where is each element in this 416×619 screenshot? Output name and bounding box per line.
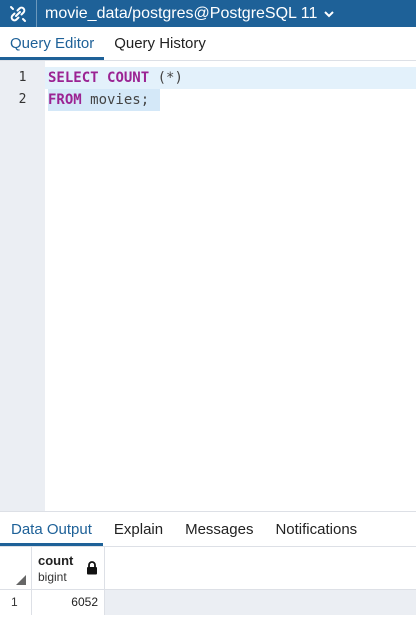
column-header-count[interactable]: count bigint — [32, 547, 105, 589]
code-text[interactable]: SELECT COUNT (*) — [48, 67, 183, 89]
sql-editor[interactable]: 1 SELECT COUNT (*) 2 FROM movies; — [0, 61, 416, 511]
cell-count[interactable]: 6052 — [32, 590, 105, 615]
header-filler — [105, 547, 416, 589]
chevron-down-icon[interactable] — [323, 9, 335, 19]
output-tabs: Data Output Explain Messages Notificatio… — [0, 512, 416, 547]
row-number[interactable]: 1 — [0, 590, 32, 615]
output-panel: Data Output Explain Messages Notificatio… — [0, 511, 416, 619]
connection-icon[interactable] — [0, 0, 37, 27]
tab-messages[interactable]: Messages — [174, 512, 264, 546]
tab-explain[interactable]: Explain — [103, 512, 174, 546]
sql-keyword: SELECT — [48, 70, 99, 86]
sql-keyword: COUNT — [107, 70, 150, 86]
corner-triangle-icon — [16, 575, 26, 585]
tab-query-history[interactable]: Query History — [104, 27, 216, 60]
results-grid: count bigint 1 6052 — [0, 547, 416, 615]
select-all-corner[interactable] — [0, 547, 32, 589]
line-number: 2 — [18, 92, 27, 107]
line-number: 1 — [18, 70, 27, 85]
grid-header: count bigint — [0, 547, 416, 590]
connection-title-text: movie_data/postgres@PostgreSQL 11 — [45, 4, 318, 22]
lock-icon — [86, 561, 98, 580]
tab-data-output[interactable]: Data Output — [0, 512, 103, 546]
sql-text: movies; — [81, 92, 150, 108]
code-line[interactable]: 2 FROM movies; — [0, 89, 416, 111]
line-number-gutter — [0, 61, 45, 511]
code-line[interactable]: 1 SELECT COUNT (*) — [0, 67, 416, 89]
sql-keyword: FROM — [48, 92, 82, 108]
row-filler — [105, 590, 416, 615]
sql-text: (*) — [149, 70, 183, 86]
connection-bar[interactable]: movie_data/postgres@PostgreSQL 11 — [0, 0, 416, 27]
code-text[interactable]: FROM movies; — [48, 89, 149, 111]
tab-notifications[interactable]: Notifications — [264, 512, 368, 546]
tab-query-editor[interactable]: Query Editor — [0, 27, 105, 60]
table-row[interactable]: 1 6052 — [0, 590, 416, 615]
editor-tabs: Query Editor Query History — [0, 27, 416, 61]
connection-title[interactable]: movie_data/postgres@PostgreSQL 11 — [37, 5, 335, 23]
